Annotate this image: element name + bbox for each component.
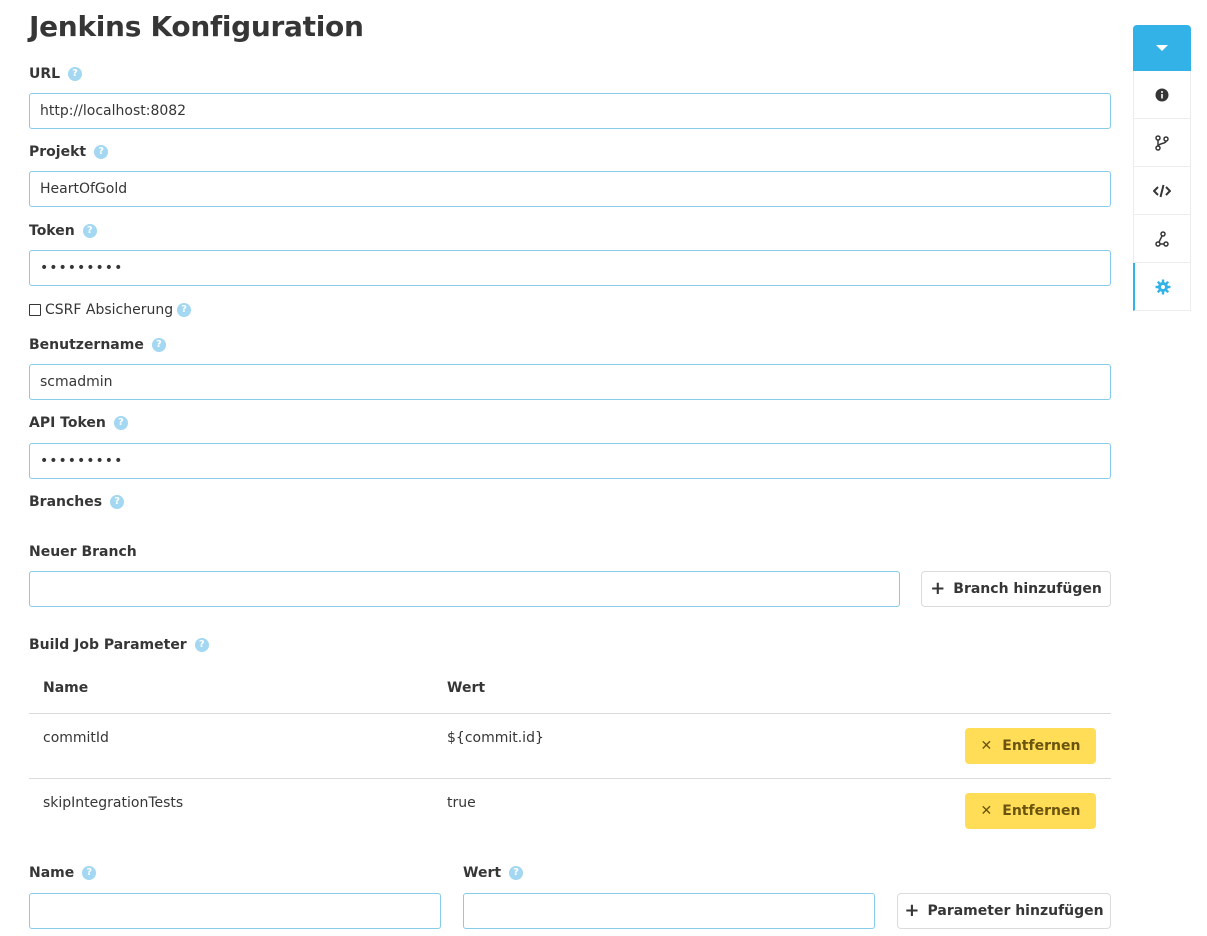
url-label: URL ?	[29, 66, 83, 82]
token-input[interactable]	[29, 250, 1111, 286]
branches-label: Branches ?	[29, 494, 125, 510]
add-parameter-button-label: Parameter hinzufügen	[927, 903, 1104, 919]
nav-item-info[interactable]	[1133, 71, 1191, 119]
help-icon[interactable]: ?	[177, 303, 192, 317]
times-icon: ✕	[980, 803, 993, 819]
url-label-text: URL	[29, 66, 61, 82]
project-label-text: Projekt	[29, 144, 87, 160]
parameter-value: ${commit.id}	[447, 730, 544, 746]
nav-item-branches[interactable]	[1133, 119, 1191, 167]
info-circle-icon	[1155, 88, 1169, 101]
csrf-checkbox[interactable]	[29, 304, 41, 316]
remove-parameter-button[interactable]: ✕ Entfernen	[965, 728, 1096, 764]
help-icon[interactable]: ?	[110, 495, 125, 509]
plus-icon: +	[904, 900, 920, 921]
api-token-label-text: API Token	[29, 415, 106, 431]
nav-item-code[interactable]	[1133, 167, 1191, 215]
help-icon[interactable]: ?	[82, 866, 97, 880]
side-navigation	[1133, 25, 1191, 311]
remove-parameter-button-label: Entfernen	[1002, 803, 1081, 819]
username-input[interactable]	[29, 364, 1111, 400]
new-parameter-name-label-text: Name	[29, 865, 75, 881]
add-branch-button-label: Branch hinzufügen	[953, 581, 1102, 597]
parameter-name: commitId	[43, 730, 109, 746]
help-icon[interactable]: ?	[113, 416, 128, 430]
parameter-value: true	[447, 795, 476, 811]
new-parameter-name-input[interactable]	[29, 893, 441, 929]
remove-parameter-button-label: Entfernen	[1002, 738, 1081, 754]
csrf-label[interactable]: CSRF Absicherung	[45, 302, 173, 318]
new-branch-label-text: Neuer Branch	[29, 544, 137, 560]
add-branch-button[interactable]: + Branch hinzufügen	[921, 571, 1111, 607]
help-icon[interactable]: ?	[82, 224, 97, 238]
help-icon[interactable]: ?	[94, 145, 109, 159]
remove-parameter-button[interactable]: ✕ Entfernen	[965, 793, 1096, 829]
build-job-parameter-label: Build Job Parameter ?	[29, 637, 209, 653]
cog-icon	[1155, 279, 1170, 294]
branches-label-text: Branches	[29, 494, 103, 510]
url-input[interactable]	[29, 93, 1111, 129]
column-header-name: Name	[43, 680, 89, 696]
add-parameter-button[interactable]: + Parameter hinzufügen	[897, 893, 1111, 929]
token-label: Token ?	[29, 223, 97, 239]
new-branch-label: Neuer Branch	[29, 544, 137, 560]
help-icon[interactable]: ?	[194, 638, 209, 652]
project-diagram-icon	[1155, 230, 1169, 247]
code-icon	[1153, 184, 1171, 197]
help-icon[interactable]: ?	[151, 338, 166, 352]
nav-item-settings[interactable]	[1133, 263, 1191, 311]
parameter-name: skipIntegrationTests	[43, 795, 184, 811]
token-label-text: Token	[29, 223, 75, 239]
page-title: Jenkins Konfiguration	[29, 10, 364, 43]
username-label: Benutzername ?	[29, 337, 166, 353]
project-label: Projekt ?	[29, 144, 109, 160]
code-branch-icon	[1155, 134, 1169, 151]
csrf-checkbox-row: CSRF Absicherung ?	[29, 300, 192, 320]
build-job-parameter-label-text: Build Job Parameter	[29, 637, 187, 653]
api-token-input[interactable]	[29, 443, 1111, 479]
plus-icon: +	[930, 578, 946, 599]
nav-collapse-toggle[interactable]	[1133, 25, 1191, 71]
new-parameter-value-label-text: Wert	[463, 865, 502, 881]
new-parameter-value-label: Wert ?	[463, 865, 524, 881]
nav-item-graph[interactable]	[1133, 215, 1191, 263]
new-parameter-value-input[interactable]	[463, 893, 875, 929]
divider	[29, 713, 1111, 714]
chevron-down-icon	[1156, 45, 1168, 51]
column-header-value: Wert	[447, 680, 486, 696]
help-icon[interactable]: ?	[509, 866, 524, 880]
username-label-text: Benutzername	[29, 337, 144, 353]
project-input[interactable]	[29, 171, 1111, 207]
api-token-label: API Token ?	[29, 415, 128, 431]
new-branch-input[interactable]	[29, 571, 900, 607]
times-icon: ✕	[980, 738, 993, 754]
divider	[29, 778, 1111, 779]
help-icon[interactable]: ?	[68, 67, 83, 81]
new-parameter-name-label: Name ?	[29, 865, 97, 881]
